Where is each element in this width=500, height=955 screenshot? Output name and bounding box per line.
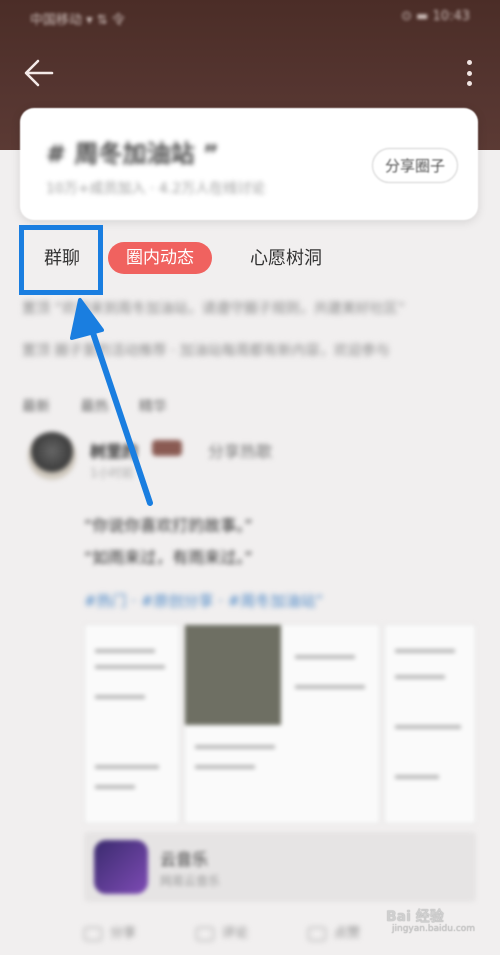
- watermark-text: Bai 经验: [386, 909, 444, 925]
- music-app-icon: [94, 840, 148, 894]
- circle-subtitle: 10万+成员加入 · 4.2万人在线讨论: [46, 181, 266, 197]
- shared-app-card[interactable]: 云音乐 网易云音乐: [84, 832, 476, 902]
- sort-tab[interactable]: 精华: [139, 399, 167, 415]
- post-image[interactable]: [184, 624, 380, 824]
- post-images[interactable]: [84, 624, 476, 824]
- back-arrow-icon[interactable]: [22, 56, 56, 90]
- author-name[interactable]: 树里的: [90, 438, 138, 462]
- share-circle-button[interactable]: 分享圈子: [371, 148, 458, 183]
- highlight-box: [19, 225, 103, 295]
- post-image[interactable]: [384, 624, 476, 824]
- comment-action[interactable]: 评论: [196, 922, 248, 941]
- tab-wish-tree[interactable]: 心愿树洞: [250, 244, 322, 270]
- notice-text: 置顶 “欢迎来到周冬加油站，请遵守圈子规则，共建美好社区”: [22, 301, 405, 317]
- like-action[interactable]: 点赞: [308, 922, 360, 941]
- notice-text: 置顶 圈子里的活动推荐 · 加油站每周都有新内容，欢迎参与: [22, 343, 390, 359]
- status-carrier: 中国移动 ▾ ⇅ 令: [30, 13, 125, 28]
- action-label: 点赞: [334, 926, 361, 941]
- app-name: 云音乐: [160, 850, 209, 869]
- action-label: 评论: [222, 926, 249, 941]
- like-icon: [308, 926, 326, 941]
- author-badge: [152, 440, 182, 456]
- more-vertical-icon[interactable]: [462, 56, 476, 90]
- pinned-notice[interactable]: 置顶 “欢迎来到周冬加油站，请遵守圈子规则，共建美好社区”: [22, 298, 478, 326]
- tab-circle-feed[interactable]: 圈内动态: [108, 242, 212, 274]
- sort-tabs: 最新 最热 精华: [22, 396, 322, 420]
- post-image[interactable]: [84, 624, 180, 824]
- post-text: “你说你喜欢打的故事。”: [84, 516, 253, 535]
- status-time: ⊙ ▬ 10:43: [401, 9, 470, 24]
- sort-tab[interactable]: 最热: [80, 399, 108, 415]
- post-author[interactable]: 树里的 分享热歌 1小时前: [28, 430, 468, 490]
- author-action: 分享热歌: [208, 442, 273, 461]
- baidu-watermark: Bai 经验 jingyan.baidu.com: [386, 902, 476, 938]
- post-time: 1小时前: [90, 466, 134, 480]
- circle-title: # 周冬加油站 ”: [46, 140, 219, 168]
- share-action[interactable]: 分享: [84, 922, 136, 941]
- sort-tab[interactable]: 最新: [22, 399, 50, 415]
- circle-info-card: # 周冬加油站 ” 10万+成员加入 · 4.2万人在线讨论 分享圈子: [20, 108, 478, 220]
- avatar[interactable]: [28, 432, 76, 480]
- post-text: “如雨来过，有雨来过。”: [84, 548, 253, 567]
- post-tags[interactable]: #热门 · #原创分享 · #周冬加油站”: [84, 590, 323, 611]
- share-icon: [84, 926, 102, 941]
- app-meta: 网易云音乐: [160, 874, 221, 888]
- status-bar: 中国移动 ▾ ⇅ 令 ⊙ ▬ 10:43: [0, 0, 500, 36]
- comment-icon: [196, 926, 214, 941]
- action-label: 分享: [110, 926, 137, 941]
- pinned-notice[interactable]: 置顶 圈子里的活动推荐 · 加油站每周都有新内容，欢迎参与: [22, 340, 478, 368]
- watermark-url: jingyan.baidu.com: [392, 924, 476, 934]
